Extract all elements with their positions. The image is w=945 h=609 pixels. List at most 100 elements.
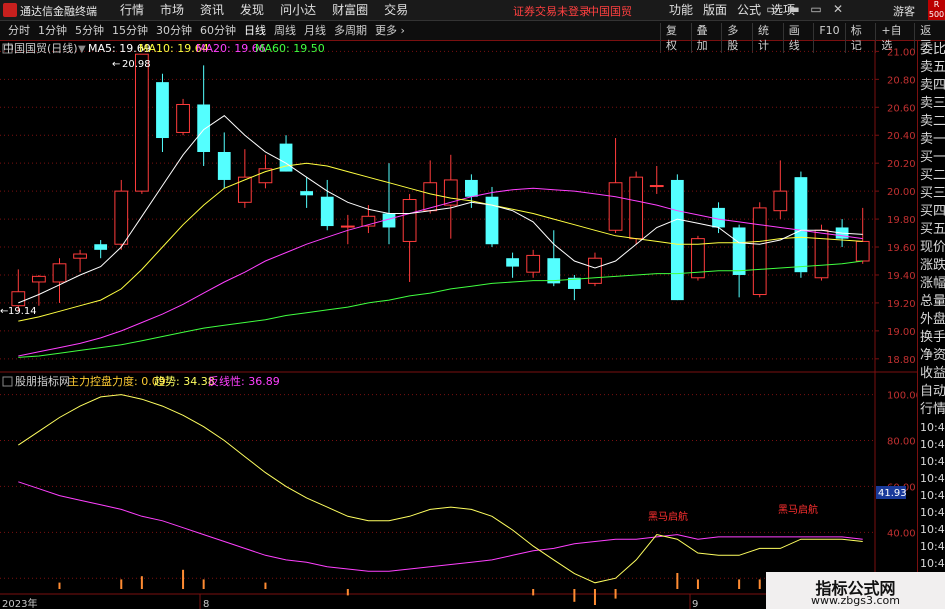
side-panel-item[interactable]: 卖四 (918, 77, 945, 95)
side-panel-item[interactable]: 10:45 (918, 436, 945, 453)
control-force-bar (676, 573, 679, 589)
side-panel-item[interactable]: 换手 (918, 329, 945, 347)
side-panel-item[interactable]: 10:45 (918, 470, 945, 487)
price-tick-label: 19.60 (887, 243, 916, 254)
side-panel-item[interactable]: 收益 (918, 365, 945, 383)
price-tick-label: 19.20 (887, 299, 916, 310)
control-force-bar (696, 579, 699, 589)
candle-body-down (197, 104, 211, 152)
candle-body-up (52, 263, 67, 283)
side-panel-item[interactable]: 买二 (918, 167, 945, 185)
side-panel-item[interactable]: 卖二 (918, 113, 945, 131)
close-icon[interactable]: ✕ (831, 2, 845, 16)
price-tick-label: 21.00 (887, 47, 916, 58)
side-panel-item[interactable]: 买五 (918, 221, 945, 239)
candle-body-up (752, 207, 767, 296)
reverse-label: 反线性: 36.89 (208, 374, 280, 388)
tab-60min[interactable]: 60分钟 (196, 23, 240, 38)
period-tabs: 分时 1分钟 5分钟 15分钟 30分钟 60分钟 日线 周线 月线 多周期 更… (4, 23, 409, 38)
low-arrow-icon: ← (0, 306, 8, 317)
side-panel-item[interactable]: 10:45 (918, 521, 945, 538)
tab-monthly[interactable]: 月线 (300, 23, 330, 38)
side-panel-item[interactable]: 涨幅 (918, 275, 945, 293)
side-panel-item[interactable]: 外盘 (918, 311, 945, 329)
menu-market[interactable]: 市场 (152, 2, 192, 18)
guest-user[interactable]: 游客 (893, 3, 915, 19)
candle-body-up (402, 199, 417, 242)
tab-1min[interactable]: 1分钟 (34, 23, 71, 38)
time-axis-month: 8 (203, 599, 209, 609)
tab-5min[interactable]: 5分钟 (71, 23, 108, 38)
app-logo-icon (3, 3, 17, 17)
side-panel-item[interactable]: 现价 (918, 239, 945, 257)
indicator-lines (18, 394, 863, 584)
stock-label: 中国国贸(日线) (3, 41, 78, 55)
side-panel-item[interactable]: 卖一 (918, 131, 945, 149)
menu-trade[interactable]: 交易 (376, 2, 416, 18)
menu-ask[interactable]: 问小达 (272, 2, 324, 18)
menu-function[interactable]: 功能 (664, 2, 698, 18)
tab-15min[interactable]: 15分钟 (108, 23, 152, 38)
side-panel-item[interactable]: 涨跌 (918, 257, 945, 275)
control-force-bar (573, 589, 576, 602)
side-panel-item[interactable]: 卖五 (918, 59, 945, 77)
trend-label: 趋势: 34.38 (154, 375, 215, 388)
candle-body-down (732, 227, 746, 275)
side-panel-item[interactable]: 10:45 (918, 487, 945, 504)
rights-badge: R 500 (928, 0, 945, 20)
period-toolbar: 分时 1分钟 5分钟 15分钟 30分钟 60分钟 日线 周线 月线 多周期 更… (0, 21, 945, 53)
side-panel-item[interactable]: 买三 (918, 185, 945, 203)
price-tick-label: 19.40 (887, 271, 916, 282)
current-value: 41.93 (878, 488, 907, 499)
candle-body-up (114, 190, 129, 245)
menu-wealth[interactable]: 财富圈 (324, 2, 376, 18)
tab-multi-period[interactable]: 多周期 (330, 23, 371, 38)
candle-body-up (340, 225, 355, 228)
login-warning[interactable]: 证券交易未登录 (513, 3, 590, 19)
side-panel-item[interactable]: 买四 (918, 203, 945, 221)
control-force-bar (593, 589, 596, 605)
menu-news[interactable]: 资讯 (192, 2, 232, 18)
stock-chart[interactable]: 21.00 20.80 20.60 20.40 20.20 20.00 19.80 19.60… (0, 41, 917, 609)
control-force-bar (758, 579, 761, 589)
side-panel-item[interactable]: 行情 (918, 401, 945, 419)
tab-weekly[interactable]: 周线 (270, 23, 300, 38)
tab-timeshare[interactable]: 分时 (4, 23, 34, 38)
side-panel-item[interactable]: 10:44 (918, 419, 945, 436)
side-panel-item[interactable]: 总量 (918, 293, 945, 311)
indicator-tick-label: 80.00 (887, 437, 916, 448)
maximize-icon[interactable]: ▭ (809, 2, 823, 16)
candle-body-up (11, 291, 26, 307)
control-force-bar (738, 579, 741, 589)
side-panel-item[interactable]: 买一 (918, 149, 945, 167)
menu-discover[interactable]: 发现 (232, 2, 272, 18)
side-panel-item[interactable]: 委比 (918, 41, 945, 59)
side-panel-item[interactable]: 净资 (918, 347, 945, 365)
price-tick-label: 19.00 (887, 327, 916, 338)
menu-formula[interactable]: 公式 (732, 2, 766, 18)
candle-body-up (649, 185, 664, 188)
control-force-bar (346, 589, 349, 596)
side-panel-item[interactable]: 10:45 (918, 555, 945, 572)
side-panel-item[interactable]: 10:45 (918, 538, 945, 555)
tab-30min[interactable]: 30分钟 (152, 23, 196, 38)
side-panel-item[interactable]: 卖三 (918, 95, 945, 113)
candle-body-up (855, 240, 870, 262)
candle-body-down (794, 177, 808, 273)
side-panel-item[interactable]: 10:45 (918, 453, 945, 470)
candle-body-up (814, 229, 829, 279)
minimize-icon[interactable]: ▬ (787, 2, 801, 16)
control-force-bar (532, 589, 535, 596)
side-panel-item[interactable]: 自动 (918, 383, 945, 401)
quote-side-panel[interactable]: 委比 卖五 卖四 卖三 卖二 卖一 买一 买二 买三 买四 买五 现价 涨跌 涨幅 总量 外盘 换手 净资 收益 自动… (917, 41, 945, 609)
tab-more[interactable]: 更多 › (371, 23, 409, 38)
dropdown-icon[interactable]: ▼ (78, 44, 86, 55)
menu-quotes[interactable]: 行情 (112, 2, 152, 18)
restore-icon[interactable]: ▭ (765, 2, 779, 16)
tab-daily[interactable]: 日线 (240, 23, 270, 38)
candle-body-up (73, 253, 87, 259)
menu-layout[interactable]: 版面 (698, 2, 732, 18)
indicator-toggle-icon[interactable] (2, 376, 13, 387)
candle-body-up (176, 103, 190, 133)
side-panel-item[interactable]: 10:45 (918, 504, 945, 521)
